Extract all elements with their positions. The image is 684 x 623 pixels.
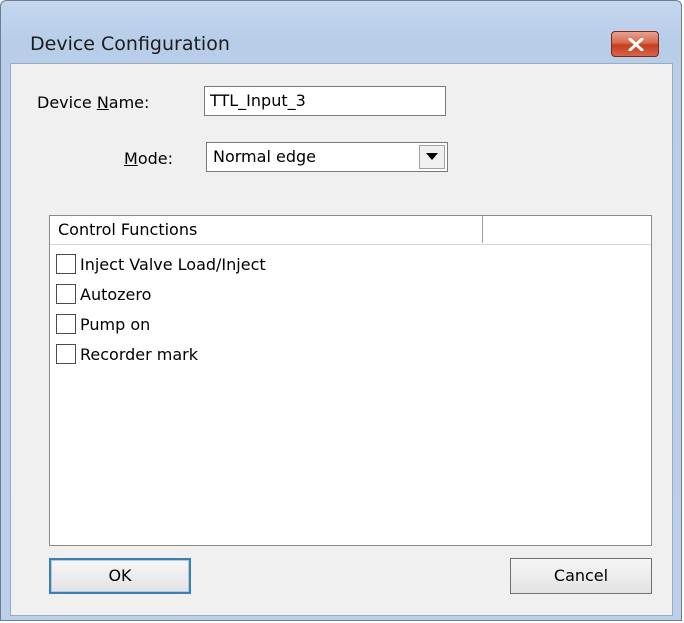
dialog-client-area: Device Name: TTL_Input_3 Mode: Normal ed… xyxy=(10,63,673,616)
mode-select-value: Normal edge xyxy=(213,147,316,166)
list-item-label: Inject Valve Load/Inject xyxy=(80,254,266,274)
device-configuration-dialog: Device Configuration Device Name: TTL_In… xyxy=(0,0,682,621)
list-item[interactable]: Autozero xyxy=(56,281,151,307)
list-item-label: Pump on xyxy=(80,314,151,334)
column-header-control-functions[interactable]: Control Functions xyxy=(50,216,483,243)
close-icon xyxy=(628,38,644,51)
checkbox[interactable] xyxy=(56,314,76,334)
list-header: Control Functions xyxy=(50,216,651,245)
close-button[interactable] xyxy=(611,31,659,57)
control-functions-list[interactable]: Control Functions Inject Valve Load/Inje… xyxy=(49,215,652,546)
mode-label: Mode: xyxy=(124,149,173,168)
ok-button[interactable]: OK xyxy=(49,558,191,594)
column-header-empty[interactable] xyxy=(483,216,651,243)
list-item-label: Autozero xyxy=(80,284,152,304)
list-item[interactable]: Inject Valve Load/Inject xyxy=(56,251,266,277)
title-bar[interactable]: Device Configuration xyxy=(1,1,681,57)
list-item[interactable]: Recorder mark xyxy=(56,341,198,367)
checkbox[interactable] xyxy=(56,254,76,274)
list-item[interactable]: Pump on xyxy=(56,311,150,337)
chevron-down-icon xyxy=(426,153,438,160)
cancel-button[interactable]: Cancel xyxy=(510,558,652,594)
device-name-label: Device Name: xyxy=(37,93,150,112)
checkbox[interactable] xyxy=(56,284,76,304)
dialog-title: Device Configuration xyxy=(30,33,230,55)
device-name-input[interactable]: TTL_Input_3 xyxy=(204,86,446,116)
list-item-label: Recorder mark xyxy=(80,344,199,364)
mode-select[interactable]: Normal edge xyxy=(206,142,448,172)
checkbox[interactable] xyxy=(56,344,76,364)
mode-dropdown-button[interactable] xyxy=(419,145,445,169)
